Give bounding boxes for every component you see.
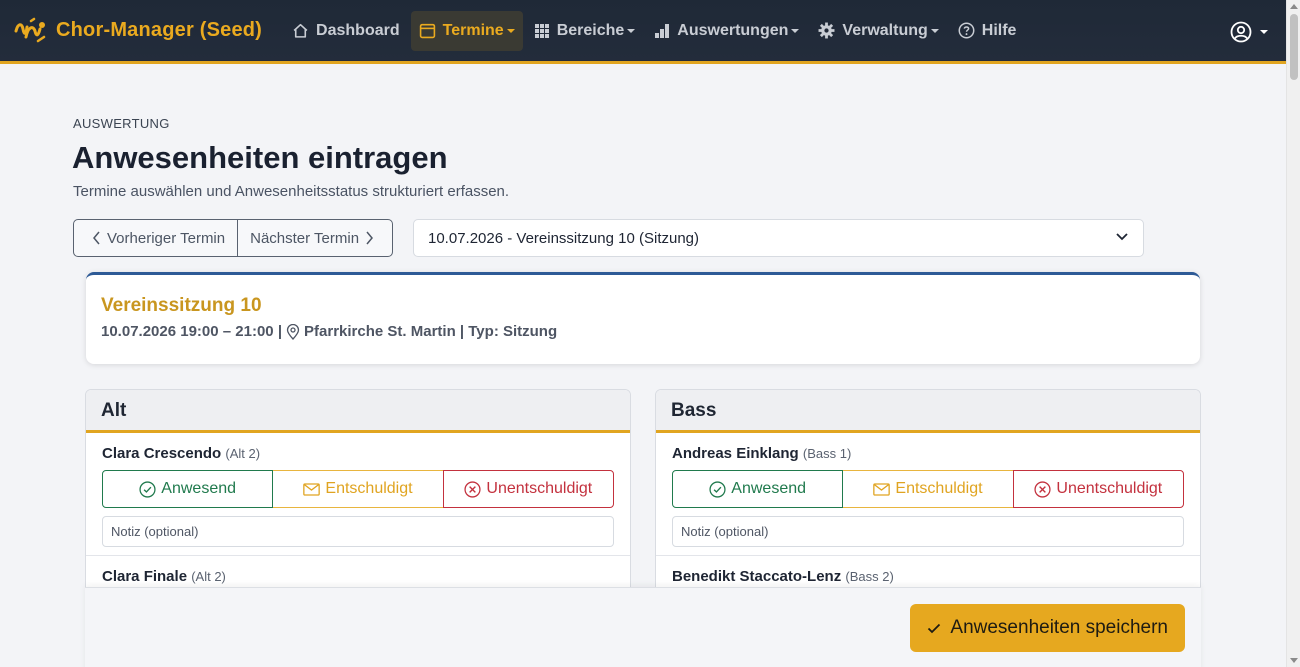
section-title: Bass [656,390,1200,433]
member-name: Clara Finale [102,568,188,585]
brand[interactable]: Chor-Manager (Seed) [14,17,262,45]
sticky-save-bar: Anwesenheiten speichern [85,587,1201,667]
present-label: Anwesend [731,480,807,497]
next-event-label: Nächster Termin [250,229,360,247]
envelope-icon [873,482,891,496]
next-event-button[interactable]: Nächster Termin [237,220,392,256]
unexcused-button[interactable]: Unentschuldigt [1012,470,1184,508]
status-buttons: Anwesend Entschuldigt Unentschuldigt [102,470,614,508]
status-buttons: Anwesend Entschuldigt Unentschuldigt [672,470,1184,508]
check-circle-icon [139,480,156,498]
chevron-right-icon [366,231,374,245]
event-title: Vereinssitzung 10 [101,295,262,316]
x-circle-icon [464,480,481,498]
location-pin-icon [286,323,300,340]
save-attendance-button[interactable]: Anwesenheiten speichern [910,604,1185,652]
calendar-icon [419,23,435,39]
member-name: Andreas Einklang [672,445,799,462]
user-circle-icon [1230,21,1252,43]
present-button[interactable]: Anwesend [672,470,844,508]
note-input[interactable]: Notiz (optional) [102,516,614,547]
chevron-down-icon [791,28,800,33]
bar-chart-icon [655,23,670,38]
envelope-icon [303,482,321,496]
present-label: Anwesend [161,480,237,497]
member-row: Andreas Einklang (Bass 1) Anwesend Entsc… [656,433,1200,547]
unexcused-label: Unentschuldigt [486,480,593,497]
home-icon [293,23,308,38]
member-voice: (Bass 1) [802,446,852,461]
member-name: Clara Crescendo [102,445,222,462]
excused-label: Entschuldigt [895,480,983,497]
member-voice: (Bass 2) [845,569,894,584]
unexcused-button[interactable]: Unentschuldigt [442,470,614,508]
nav-label: Bereiche [556,21,625,39]
nav-hilfe[interactable]: Hilfe [950,11,1025,51]
gear-icon [818,22,835,39]
x-circle-icon [1034,480,1051,498]
save-attendance-label: Anwesenheiten speichern [950,617,1168,638]
nav-label: Verwaltung [842,21,928,39]
grid-icon [534,23,549,38]
event-navigation: Vorheriger Termin Nächster Termin [73,219,394,257]
excused-button[interactable]: Entschuldigt [273,470,443,508]
previous-event-button[interactable]: Vorheriger Termin [74,220,237,256]
unexcused-label: Unentschuldigt [1056,480,1163,497]
check-circle-icon [709,480,726,498]
scroll-down-icon[interactable] [1290,658,1298,663]
scrollbar-thumb[interactable] [1290,14,1298,80]
check-icon [928,623,941,633]
nav-verwaltung[interactable]: Verwaltung [810,11,946,51]
member-voice: (Alt 2) [225,446,261,461]
nav-label: Hilfe [981,21,1017,39]
present-button[interactable]: Anwesend [102,470,274,508]
member-voice: (Alt 2) [191,569,226,584]
event-select[interactable]: 10.07.2026 - Vereinssitzung 10 (Sitzung) [413,219,1144,257]
chevron-down-icon [930,28,939,33]
nav-auswertungen[interactable]: Auswertungen [646,11,807,51]
nav-label: Termine [442,21,504,39]
chevron-down-icon [506,28,515,33]
chevron-down-icon [1116,233,1128,241]
choir-logo-icon [14,17,46,42]
event-select-value: 10.07.2026 - Vereinssitzung 10 (Sitzung) [428,229,700,247]
member-name: Benedikt Staccato-Lenz [672,568,842,585]
member-row: Clara Crescendo (Alt 2) Anwesend Entschu… [86,433,630,547]
section-title: Alt [86,390,630,433]
chevron-left-icon [93,231,100,245]
nav-label: Dashboard [316,21,400,39]
page-eyebrow: AUSWERTUNG [73,116,170,131]
event-location: Pfarrkirche St. Martin | Typ: Sitzung [304,323,558,340]
event-meta: 10.07.2026 19:00 – 21:00 | Pfarrkirche S… [101,323,557,340]
nav-bereiche[interactable]: Bereiche [526,11,644,51]
event-summary-card: Vereinssitzung 10 10.07.2026 19:00 – 21:… [86,272,1200,364]
brand-name: Chor-Manager (Seed) [56,19,263,41]
excused-button[interactable]: Entschuldigt [843,470,1013,508]
page-scrollbar[interactable] [1286,0,1300,667]
help-icon [958,22,975,39]
note-input[interactable]: Notiz (optional) [672,516,1184,547]
member-row: Benedikt Staccato-Lenz (Bass 2) [656,556,1200,585]
nav-dashboard[interactable]: Dashboard [284,11,408,51]
member-row: Clara Finale (Alt 2) [86,556,630,585]
nav-label: Auswertungen [677,21,789,39]
event-datetime: 10.07.2026 19:00 – 21:00 | [101,323,283,340]
scroll-up-icon[interactable] [1290,4,1298,9]
page-title: Anwesenheiten eintragen [72,140,448,175]
user-menu[interactable] [1230,21,1268,43]
excused-label: Entschuldigt [325,480,413,497]
nav-termine[interactable]: Termine [410,10,523,51]
page-subtitle: Termine auswählen und Anwesenheitsstatus… [73,183,510,200]
top-navbar: Chor-Manager (Seed) Dashboard Termine Be… [0,0,1286,64]
previous-event-label: Vorheriger Termin [107,229,226,247]
chevron-down-icon [627,28,636,33]
chevron-down-icon [1260,30,1268,34]
